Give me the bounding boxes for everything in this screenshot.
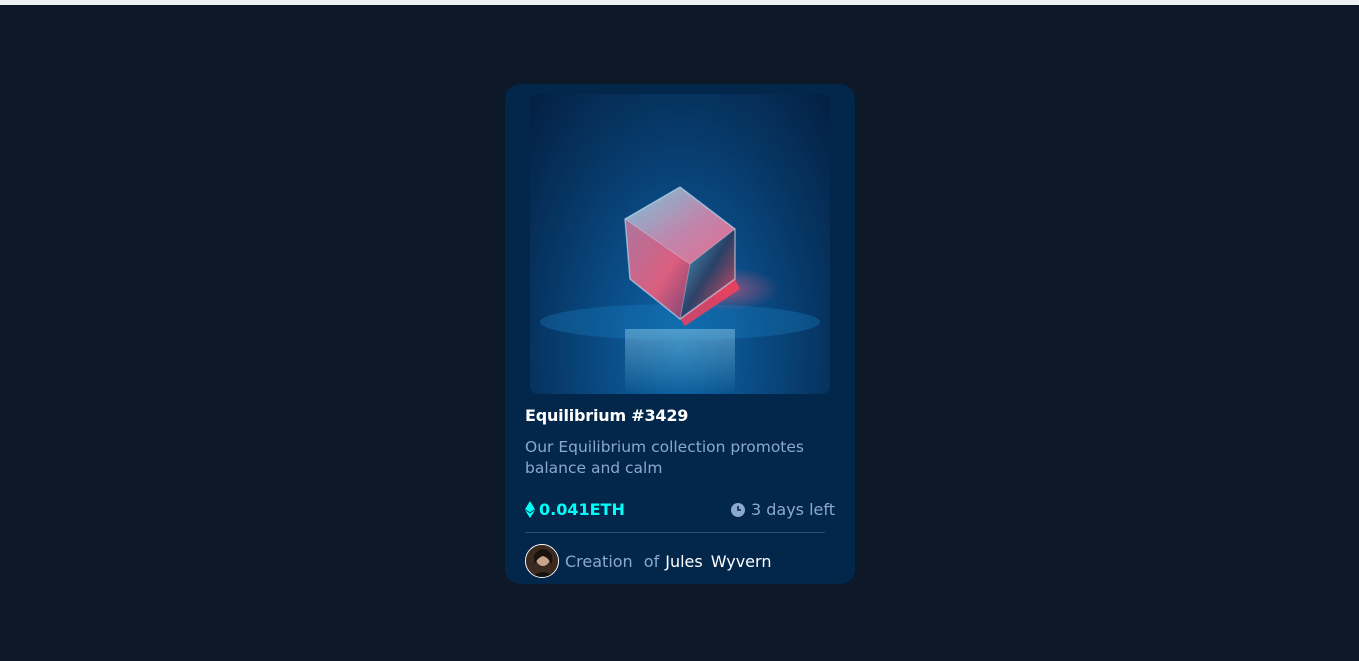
- clock-icon: [730, 502, 745, 517]
- creator-name[interactable]: Jules Wyvern: [665, 552, 771, 571]
- divider: [525, 532, 825, 533]
- nft-title[interactable]: Equilibrium #3429: [525, 406, 688, 425]
- creation-label: Creation: [565, 551, 633, 571]
- creator-prefix: Creation of: [565, 552, 659, 571]
- nft-description: Our Equilibrium collection promotes bala…: [525, 438, 804, 477]
- creator-last-name: Wyvern: [710, 551, 772, 571]
- of-label: of: [643, 551, 660, 571]
- cube-image-icon: [540, 186, 820, 394]
- creator-avatar: [525, 544, 559, 578]
- time-left-value: 3 days left: [750, 500, 835, 519]
- creator-row: Creation of Jules Wyvern: [525, 543, 835, 579]
- time-left: 3 days left: [730, 500, 835, 519]
- nft-card: Equilibrium #3429 Our Equilibrium collec…: [505, 84, 855, 584]
- equilibrium-image[interactable]: [530, 94, 830, 394]
- ethereum-icon: [525, 501, 535, 518]
- top-bar: [0, 0, 1359, 5]
- price-row: 0.041ETH 3 days left: [525, 499, 835, 523]
- creator-first-name: Jules: [665, 551, 703, 571]
- price: 0.041ETH: [525, 500, 625, 519]
- price-value: 0.041ETH: [539, 500, 625, 519]
